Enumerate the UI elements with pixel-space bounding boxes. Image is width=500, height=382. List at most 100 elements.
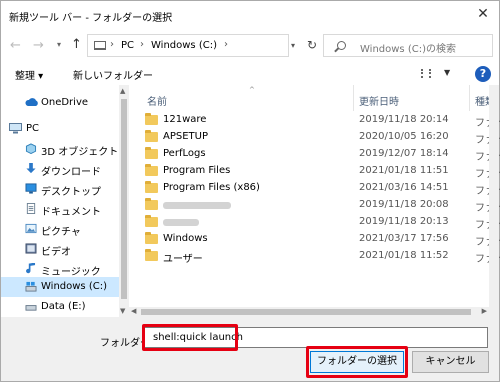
file-row[interactable]: 2019/11/18 20:08 ファイ [129,197,500,214]
sidebar-scrollbar[interactable]: ▲ ▼ [119,85,129,317]
cancel-button[interactable]: キャンセル [412,351,489,373]
button-highlight-frame [306,346,408,378]
scrollbar-thumb[interactable] [141,309,471,315]
chevron-right-icon[interactable]: › [110,39,114,50]
blurred-file-name [163,219,199,226]
file-row[interactable]: Windows 2021/03/17 17:56 ファイ [129,231,500,248]
navigation-pane: OneDrive PC 3D オブジェクト ダウンロード デスクトップ ドキュメ… [1,85,129,317]
sidebar-item-3d-objects[interactable]: 3D オブジェクト [1,139,119,159]
document-icon [26,203,36,214]
column-header-date[interactable]: 更新日時 [359,93,399,108]
sidebar-item-label: 3D オブジェクト [41,147,119,158]
drive-icon [25,305,37,311]
sidebar-item-windows-c[interactable]: Windows (C:) [1,277,119,297]
music-icon [26,263,36,274]
file-name: ユーザー [163,254,203,265]
back-arrow-icon[interactable]: ← [10,38,21,53]
file-date: 2020/10/05 16:20 [359,131,449,142]
download-icon [26,163,36,174]
input-highlight-frame [142,324,238,351]
cube-icon [25,143,37,154]
organize-button[interactable]: 整理 ▾ [15,67,43,82]
sidebar-item-label: ミュージック [41,267,101,278]
file-date: 2019/12/07 18:14 [359,148,449,159]
sidebar-item-label: OneDrive [41,97,89,108]
desktop-icon [25,183,37,194]
sidebar-item-label: ダウンロード [41,167,101,178]
sidebar-item-label: Windows (C:) [41,281,107,292]
drive-icon [25,281,37,292]
chevron-right-icon[interactable]: › [224,39,228,50]
chevron-right-icon[interactable]: › [140,39,144,50]
sidebar-item-label: ドキュメント [41,207,101,218]
search-placeholder: Windows (C:)の検索 [360,44,456,55]
sidebar-item-pc[interactable]: PC [1,119,119,139]
file-row[interactable]: PerfLogs 2019/12/07 18:14 ファイ [129,146,500,163]
sidebar-item-label: ビデオ [41,247,71,258]
sidebar-item-pictures[interactable]: ピクチャ [1,219,119,239]
pc-icon [9,123,22,134]
file-name: Program Files (x86) [163,182,260,193]
cloud-icon [25,98,38,106]
window-title: 新規ツール バー - フォルダーの選択 [9,13,173,24]
sidebar-item-videos[interactable]: ビデオ [1,239,119,259]
scroll-right-icon[interactable]: ▶ [482,307,487,315]
scroll-up-icon[interactable]: ▲ [120,87,125,95]
file-list: ^ 名前 更新日時 種類 121ware 2019/11/18 20:14 ファ… [129,85,500,317]
view-dropdown-icon[interactable]: ▼ [444,68,450,77]
folder-icon [145,181,158,193]
new-folder-button[interactable]: 新しいフォルダー [73,67,153,82]
scrollbar-thumb[interactable] [121,99,127,299]
file-date: 2019/11/18 20:13 [359,216,449,227]
folder-icon [145,249,158,261]
sidebar-item-downloads[interactable]: ダウンロード [1,159,119,179]
sidebar-item-desktop[interactable]: デスクトップ [1,179,119,199]
file-name: 121ware [163,114,207,125]
sidebar-item-data-e[interactable]: Data (E:) [1,297,119,317]
column-header-name[interactable]: 名前 [147,93,167,108]
sidebar-item-label: ピクチャ [41,227,81,238]
file-row[interactable]: 2019/11/18 20:13 ファイ [129,214,500,231]
refresh-icon[interactable]: ↻ [307,38,317,52]
file-date: 2019/11/18 20:14 [359,114,449,125]
recent-locations-chevron-icon[interactable]: ▾ [57,40,61,49]
folder-icon [145,164,158,176]
search-box[interactable]: Windows (C:)の検索 [323,34,493,57]
address-bar[interactable]: › PC › Windows (C:) › [87,34,289,57]
scroll-left-icon[interactable]: ◀ [131,307,136,315]
folder-icon [145,198,158,210]
sidebar-item-music[interactable]: ミュージック [1,259,119,279]
breadcrumb-pc[interactable]: PC [121,40,134,51]
column-header-row: 名前 更新日時 種類 [129,85,495,111]
help-icon[interactable]: ? [475,66,491,82]
up-arrow-icon[interactable]: ↑ [71,37,82,52]
file-row[interactable]: ユーザー 2021/01/18 11:52 ファイ [129,248,500,265]
sidebar-item-label: Data (E:) [41,301,86,312]
file-date: 2019/11/18 20:08 [359,199,449,210]
address-dropdown-icon[interactable]: ▾ [291,41,295,50]
file-list-vertical-scrollbar[interactable] [489,85,499,307]
column-divider[interactable] [353,85,354,111]
sidebar-item-documents[interactable]: ドキュメント [1,199,119,219]
blurred-file-name [163,202,231,209]
file-row[interactable]: APSETUP 2020/10/05 16:20 ファイ [129,129,500,146]
scroll-down-icon[interactable]: ▼ [120,307,125,315]
close-icon[interactable]: ✕ [475,6,491,22]
file-list-horizontal-scrollbar[interactable]: ◀ ▶ [129,307,499,317]
sidebar-item-onedrive[interactable]: OneDrive [1,93,119,113]
folder-icon [145,113,158,125]
view-options-icon[interactable] [421,69,431,78]
forward-arrow-icon[interactable]: → [33,38,44,53]
file-row[interactable]: 121ware 2019/11/18 20:14 ファイ [129,112,500,129]
breadcrumb-drive[interactable]: Windows (C:) [151,40,217,51]
pictures-icon [25,223,37,234]
file-row[interactable]: Program Files (x86) 2021/03/16 14:51 ファイ [129,180,500,197]
sidebar-item-label: デスクトップ [41,187,101,198]
command-toolbar: 整理 ▾ 新しいフォルダー ▼ ? [1,63,499,85]
column-divider[interactable] [469,85,470,111]
folder-icon [145,130,158,142]
search-icon [337,41,346,50]
folder-icon [145,147,158,159]
file-row[interactable]: Program Files 2021/01/18 11:51 ファイ [129,163,500,180]
video-icon [25,243,37,254]
